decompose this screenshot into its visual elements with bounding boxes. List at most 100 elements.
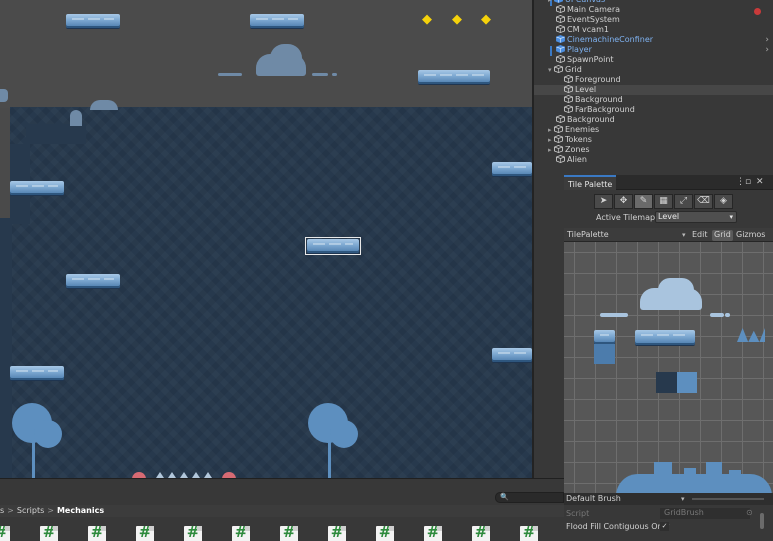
pick-tool-icon[interactable]: ⤢ [674,194,693,209]
gameobject-icon [564,95,573,103]
gameobject-icon [554,125,563,133]
palette-tile-house[interactable] [706,462,722,480]
csharp-script-icon[interactable] [472,526,490,541]
breadcrumb-current[interactable]: Mechanics [57,506,104,515]
breadcrumb-separator: > [47,506,54,515]
gem-token-icon[interactable]: ◆ [421,13,433,26]
scene-platform[interactable] [418,70,490,84]
hierarchy-item[interactable]: ▾ Grid [534,65,773,75]
gameobject-icon [564,75,573,83]
hierarchy-item[interactable]: SpawnPoint [534,55,773,65]
palette-tile-cloud[interactable] [658,278,694,296]
scene-cloud-bar [218,73,242,76]
chevron-right-icon[interactable]: › [765,35,769,45]
scene-platform[interactable] [10,181,64,195]
csharp-script-icon[interactable] [424,526,442,541]
hierarchy-item[interactable]: ▸ Enemies [534,125,773,135]
palette-tile-bar[interactable] [725,313,730,317]
palette-tile-water[interactable] [656,372,677,393]
hierarchy-item[interactable]: CinemachineConfiner › [534,35,773,45]
grid-toggle[interactable]: Grid [712,230,733,241]
gizmos-toggle[interactable]: Gizmos [734,230,767,241]
scene-platform[interactable] [10,366,64,380]
window-menu-icon[interactable]: ⋮ [736,176,745,188]
csharp-script-icon[interactable] [184,526,202,541]
palette-tile-water-light[interactable] [677,372,697,393]
csharp-script-icon[interactable] [328,526,346,541]
scene-water-step [26,124,86,144]
brush-select[interactable]: Default Brush [566,494,621,504]
brush-splitter[interactable] [692,498,764,500]
hierarchy-item[interactable]: Level [534,85,773,95]
hierarchy-item[interactable]: ▸ Zones [534,145,773,155]
select-tool-icon[interactable]: ➤ [594,194,613,209]
palette-tile-grass[interactable] [737,328,765,342]
project-search-input[interactable]: 🔍 [495,492,564,503]
paint-brush-icon[interactable]: ✎ [634,194,653,209]
chevron-right-icon[interactable]: › [765,45,769,55]
scene-platform[interactable] [492,348,532,362]
palette-tile-column[interactable] [594,344,615,364]
palette-tile-house[interactable] [684,468,696,482]
palette-tile-house[interactable] [729,470,741,482]
scene-platform[interactable] [492,162,532,176]
palette-tile-platform[interactable] [635,330,695,345]
move-tool-icon[interactable]: ✥ [614,194,633,209]
csharp-script-icon[interactable] [520,526,538,541]
active-tilemap-select[interactable]: Level ▾ [655,211,737,223]
scene-cloud-bar [312,73,328,76]
edit-button[interactable]: Edit [690,230,710,241]
palette-tile-bar[interactable] [600,313,628,317]
palette-tile-bar[interactable] [710,313,724,317]
palette-tile-grid[interactable] [564,242,773,493]
gem-token-icon[interactable]: ◆ [451,13,463,26]
inspector-scrollbar[interactable] [760,513,764,529]
hierarchy-item[interactable]: Background [534,115,773,125]
csharp-script-icon[interactable] [376,526,394,541]
scene-platform[interactable] [66,14,120,28]
hierarchy-item[interactable]: Main Camera [534,5,773,15]
hierarchy-item-label: Level [575,85,597,94]
csharp-script-icon[interactable] [280,526,298,541]
hierarchy-item[interactable]: Foreground [534,75,773,85]
active-tilemap-label: Active Tilemap [596,213,656,222]
gameobject-icon [556,25,565,33]
csharp-script-icon[interactable] [0,526,10,541]
gameobject-icon [554,135,563,143]
search-icon: 🔍 [500,493,509,501]
palette-tile-house[interactable] [654,462,672,480]
csharp-script-icon[interactable] [88,526,106,541]
close-icon[interactable]: ✕ [756,176,764,188]
csharp-script-icon[interactable] [136,526,154,541]
hierarchy-item[interactable]: FarBackground [534,105,773,115]
chevron-down-icon[interactable]: ▾ [681,494,685,504]
scene-platform[interactable] [250,14,304,28]
hierarchy-item-label: SpawnPoint [567,55,614,64]
gameobject-icon [556,5,565,13]
box-fill-icon[interactable]: ▦ [654,194,673,209]
scene-platform[interactable] [66,274,120,288]
scene-water-left [0,218,12,478]
tree-icon [34,420,62,448]
eraser-icon[interactable]: ⌫ [694,194,713,209]
palette-name-select[interactable]: TilePalette [567,230,609,240]
breadcrumb-item[interactable]: Scripts [17,506,44,515]
hierarchy-item[interactable]: CM vcam1 [534,25,773,35]
maximize-icon[interactable]: ▫ [745,176,751,188]
hierarchy-item[interactable]: Player › [534,45,773,55]
scene-view[interactable]: ◆ ◆ ◆ [0,0,532,478]
csharp-script-icon[interactable] [232,526,250,541]
flood-fill-checkbox[interactable]: ✓ [660,522,669,531]
csharp-script-icon[interactable] [40,526,58,541]
hierarchy-item-label: EventSystem [567,15,620,24]
gem-token-icon[interactable]: ◆ [480,13,492,26]
hierarchy-item[interactable]: ▸ Tokens [534,135,773,145]
palette-tile-platform[interactable] [594,330,615,344]
hierarchy-item-label: Player [567,45,592,54]
tab-tile-palette[interactable]: Tile Palette [564,175,617,190]
hierarchy-item[interactable]: EventSystem [534,15,773,25]
hierarchy-item[interactable]: Alien [534,155,773,165]
hierarchy-item[interactable]: Background [534,95,773,105]
flood-fill-icon[interactable]: ◈ [714,194,733,209]
chevron-down-icon[interactable]: ▾ [682,230,686,240]
